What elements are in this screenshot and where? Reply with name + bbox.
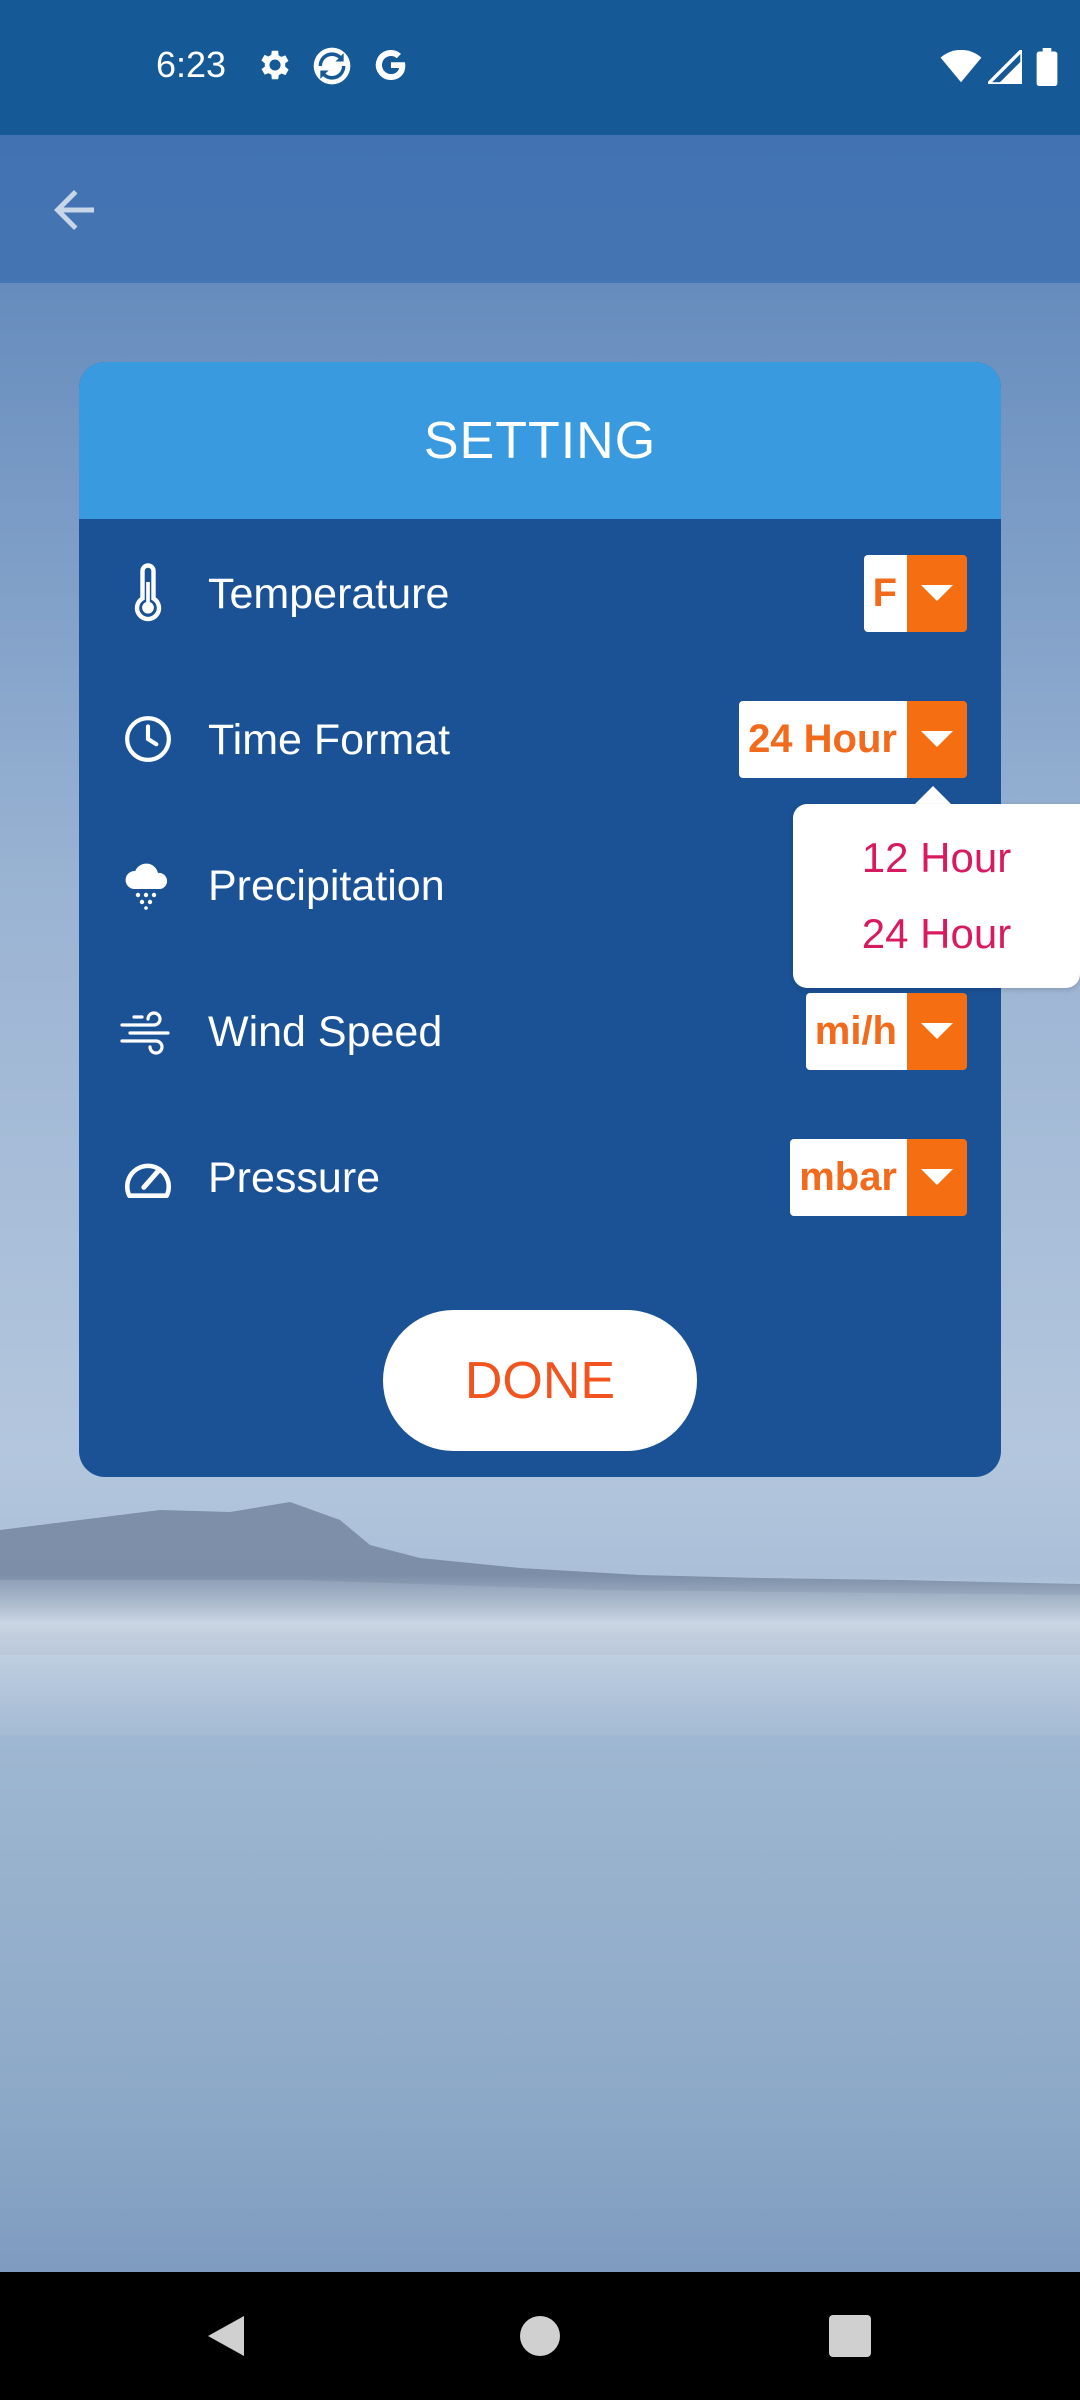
nav-home-button[interactable] (500, 2296, 580, 2376)
setting-label: Pressure (208, 1154, 381, 1202)
menu-item-12-hour[interactable]: 12 Hour (793, 820, 1080, 896)
menu-item-24-hour[interactable]: 24 Hour (793, 896, 1080, 972)
status-time: 6:23 (156, 44, 227, 85)
chevron-down-icon (907, 1139, 967, 1216)
dropdown-value: F (863, 555, 907, 632)
back-triangle-icon (208, 2316, 244, 2356)
temperature-dropdown[interactable]: F (863, 555, 967, 632)
setting-row-wind-speed: Wind Speed mi/h (79, 986, 1001, 1076)
gauge-icon (113, 1142, 183, 1212)
setting-label: Temperature (208, 570, 450, 618)
dialog-title: SETTING (423, 411, 657, 470)
rain-cloud-icon (113, 850, 183, 920)
chevron-down-icon (907, 993, 967, 1070)
nav-back-button[interactable] (186, 2296, 266, 2376)
cell-signal-icon (983, 45, 1024, 89)
nav-recents-button[interactable] (810, 2296, 890, 2376)
wifi-icon (940, 49, 982, 89)
setting-label: Wind Speed (208, 1008, 443, 1056)
setting-row-pressure: Pressure mbar (79, 1132, 1001, 1222)
wind-icon (113, 996, 183, 1066)
setting-label: Precipitation (208, 862, 445, 910)
app-toolbar (0, 135, 1080, 283)
battery-icon (1036, 48, 1058, 91)
pressure-dropdown[interactable]: mbar (790, 1139, 967, 1216)
dialog-header: SETTING (79, 362, 1001, 519)
dropdown-value: mbar (790, 1139, 907, 1216)
setting-label: Time Format (208, 716, 451, 764)
home-circle-icon (520, 2316, 560, 2356)
setting-row-time-format: Time Format 24 Hour (79, 694, 1001, 784)
time-format-dropdown[interactable]: 24 Hour (739, 701, 967, 778)
time-format-popup-menu: 12 Hour 24 Hour (793, 804, 1080, 988)
wind-speed-dropdown[interactable]: mi/h (805, 993, 967, 1070)
recents-square-icon (829, 2315, 871, 2357)
arrow-left-icon (54, 190, 94, 230)
google-g-icon (372, 46, 410, 89)
popup-caret (914, 786, 952, 805)
setting-row-temperature: Temperature F (79, 548, 1001, 638)
dropdown-value: 24 Hour (739, 701, 907, 778)
thermometer-icon (113, 558, 183, 628)
background-hills (0, 1502, 1080, 1735)
system-nav-bar (0, 2272, 1080, 2400)
sync-app-icon (312, 46, 352, 91)
clock-icon (113, 704, 183, 774)
chevron-down-icon (907, 701, 967, 778)
dropdown-value: mi/h (805, 993, 907, 1070)
done-button[interactable]: DONE (383, 1310, 697, 1451)
status-bar: 6:23 (0, 0, 1080, 135)
chevron-down-icon (907, 555, 967, 632)
settings-gear-icon (256, 46, 294, 89)
back-button[interactable] (30, 170, 118, 250)
